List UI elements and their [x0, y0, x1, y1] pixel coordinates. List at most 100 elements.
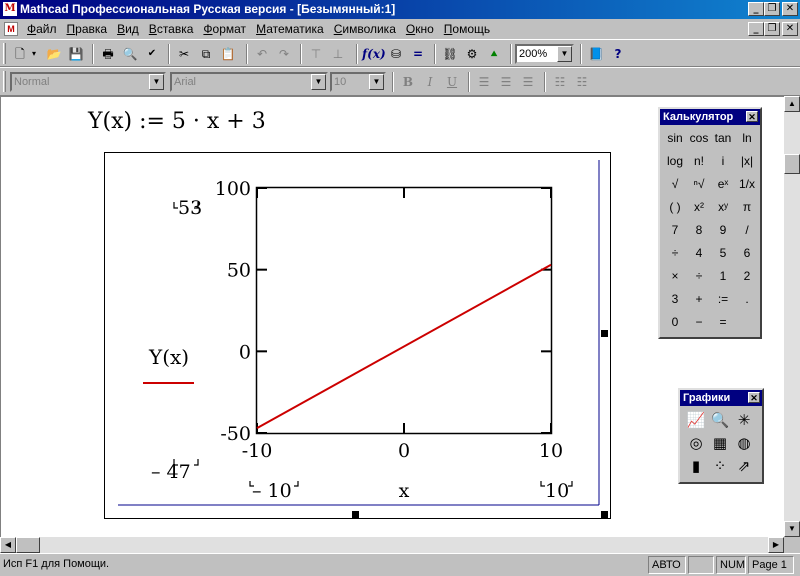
save-icon[interactable]: 💾 [66, 44, 86, 64]
font-select[interactable]: Arial ▼ [170, 72, 328, 92]
trace-label[interactable]: Y(x) [148, 345, 189, 369]
calculator-key[interactable]: 4 [687, 242, 711, 265]
calculator-key[interactable]: 9 [711, 219, 735, 242]
open-folder-icon[interactable]: 📂 [44, 44, 64, 64]
scroll-down-icon[interactable]: ▼ [784, 521, 800, 537]
underline-button[interactable]: U [442, 72, 462, 92]
run-script-icon[interactable]: ⯅ [484, 44, 504, 64]
menu-item[interactable]: Помощь [439, 21, 495, 37]
calculate-icon[interactable]: = [408, 44, 428, 64]
doc-minimize-button[interactable]: _ [748, 22, 764, 36]
calculator-key[interactable]: eˣ [711, 173, 735, 196]
close-icon[interactable]: ✕ [748, 392, 760, 403]
print-icon[interactable]: 🖶 [98, 44, 118, 64]
graphs-title-bar[interactable]: Графики ✕ [680, 390, 762, 406]
calculator-key[interactable]: 6 [735, 242, 759, 265]
horizontal-scrollbar[interactable]: ◀ ▶ [0, 537, 784, 553]
calculator-key[interactable]: := [711, 288, 735, 311]
menu-item[interactable]: Вид [112, 21, 144, 37]
menu-item[interactable]: Файл [22, 21, 62, 37]
calculator-key[interactable]: √ [663, 173, 687, 196]
insert-function-icon[interactable]: f(x) [362, 44, 386, 64]
resource-center-icon[interactable]: 📘 [586, 44, 606, 64]
insert-unit-icon[interactable]: ⛁ [386, 44, 406, 64]
vector-field-icon[interactable]: ⇗ [732, 455, 756, 478]
calculator-key[interactable]: 8 [687, 219, 711, 242]
calculator-key[interactable]: tan [711, 127, 735, 150]
calculator-key[interactable]: 2 [735, 265, 759, 288]
calculator-key[interactable]: sin [663, 127, 687, 150]
menu-item[interactable]: Символика [329, 21, 401, 37]
calculator-key[interactable]: ÷ [663, 242, 687, 265]
insert-hyperlink-icon[interactable]: ⛓ [440, 44, 460, 64]
align-center-icon[interactable]: ☰ [496, 72, 516, 92]
calculator-key[interactable]: 1/x [735, 173, 759, 196]
scatter-3d-icon[interactable]: ⁘ [708, 455, 732, 478]
numbered-list-icon[interactable]: ☷ [572, 72, 592, 92]
resize-handle-corner[interactable] [601, 511, 608, 518]
calculator-key[interactable]: log [663, 150, 687, 173]
toolbar-grip[interactable] [3, 71, 6, 92]
redo-icon[interactable]: ↷ [274, 44, 294, 64]
menu-item[interactable]: Окно [401, 21, 439, 37]
calculator-key[interactable]: 5 [711, 242, 735, 265]
close-button[interactable]: ✕ [782, 2, 798, 16]
resize-handle-right[interactable] [601, 330, 608, 337]
style-select[interactable]: Normal ▼ [10, 72, 166, 92]
polar-plot-icon[interactable]: ◎ [684, 432, 708, 455]
calculator-key[interactable]: + [687, 288, 711, 311]
new-dropdown-icon[interactable]: ▾ [28, 44, 40, 64]
calculator-key[interactable]: . [735, 288, 759, 311]
doc-close-button[interactable]: ✕ [782, 22, 798, 36]
menu-item[interactable]: Формат [198, 21, 251, 37]
resize-handle-bottom[interactable] [352, 511, 359, 518]
chevron-down-icon[interactable]: ▼ [311, 74, 326, 90]
calculator-key[interactable]: 3 [663, 288, 687, 311]
minimize-button[interactable]: _ [748, 2, 764, 16]
calculator-key[interactable]: |x| [735, 150, 759, 173]
align-left-icon[interactable]: ☰ [474, 72, 494, 92]
calculator-key[interactable]: / [735, 219, 759, 242]
document-icon[interactable]: M [4, 22, 18, 36]
vertical-scrollbar[interactable]: ▲ ▼ [784, 96, 800, 537]
scroll-up-icon[interactable]: ▲ [784, 96, 800, 112]
vertical-scroll-thumb[interactable] [784, 154, 800, 174]
calculator-key[interactable]: ln [735, 127, 759, 150]
scroll-right-icon[interactable]: ▶ [768, 537, 784, 553]
print-preview-icon[interactable]: 🔍 [120, 44, 140, 64]
calculator-key[interactable]: ( ) [663, 196, 687, 219]
toolbar-grip[interactable] [3, 43, 6, 64]
close-icon[interactable]: ✕ [746, 111, 758, 122]
trace-icon[interactable]: ✳ [732, 409, 756, 432]
align-top-icon[interactable]: ⊤ [306, 44, 326, 64]
calculator-key[interactable]: 0 [663, 311, 687, 334]
chevron-down-icon[interactable]: ▼ [149, 74, 164, 90]
calculator-key[interactable]: π [735, 196, 759, 219]
component-wizard-icon[interactable]: ⚙ [462, 44, 482, 64]
calculator-key[interactable]: i [711, 150, 735, 173]
xy-plot[interactable]: 100500-50-10 0 10 Y(x) x 53 – 47 – 10 10 [104, 152, 612, 520]
surface-plot-icon[interactable]: ▦ [708, 432, 732, 455]
doc-restore-button[interactable]: ❐ [764, 22, 780, 36]
scroll-left-icon[interactable]: ◀ [0, 537, 16, 553]
copy-icon[interactable]: ⧉ [196, 44, 216, 64]
align-right-icon[interactable]: ☰ [518, 72, 538, 92]
bold-button[interactable]: B [398, 72, 418, 92]
bullet-list-icon[interactable]: ☷ [550, 72, 570, 92]
calculator-key[interactable]: n! [687, 150, 711, 173]
menu-item[interactable]: Правка [62, 21, 113, 37]
calculator-key[interactable]: × [663, 265, 687, 288]
x-min-limit[interactable]: – 10 [252, 480, 292, 502]
calculator-key[interactable]: x² [687, 196, 711, 219]
zoom-select[interactable]: 200% ▼ [515, 44, 574, 64]
xy-plot-icon[interactable]: 📈 [684, 409, 708, 432]
bar-3d-icon[interactable]: ▮ [684, 455, 708, 478]
cut-icon[interactable]: ✂ [174, 44, 194, 64]
calculator-key[interactable]: 7 [663, 219, 687, 242]
maximize-button[interactable]: ❐ [764, 2, 780, 16]
italic-button[interactable]: I [420, 72, 440, 92]
calculator-title-bar[interactable]: Калькулятор ✕ [660, 109, 760, 125]
calculator-key[interactable]: xʸ [711, 196, 735, 219]
calculator-palette[interactable]: Калькулятор ✕ sin cos tan ln log n! i |x| √ ⁿ√ eˣ 1… [658, 107, 762, 339]
mathcad-app-icon[interactable]: M [3, 2, 17, 16]
